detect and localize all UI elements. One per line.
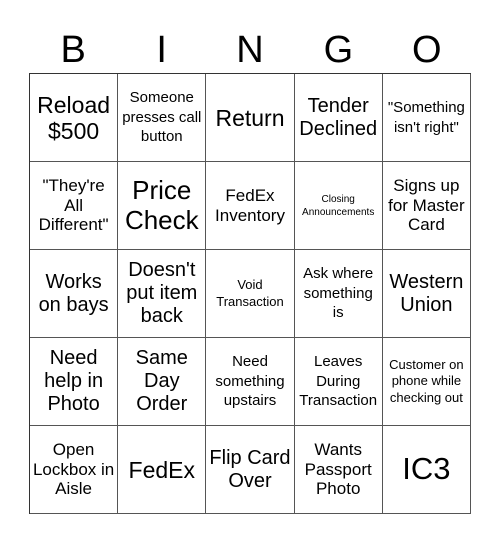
bingo-cell[interactable]: Ask where something is (294, 250, 383, 338)
bingo-cell[interactable]: Someone presses call button (118, 74, 207, 162)
header-letter-b: B (60, 29, 86, 71)
header-letter-n: N (236, 29, 264, 71)
header-letter-g: G (323, 29, 354, 71)
bingo-cell[interactable]: Customer on phone while checking out (382, 338, 471, 426)
bingo-cell[interactable]: Closing Announcements (294, 162, 383, 250)
header-letter-i: I (156, 29, 167, 71)
bingo-cell[interactable]: Same Day Order (118, 338, 207, 426)
bingo-cell[interactable]: Wants Passport Photo (294, 426, 383, 514)
bingo-cell[interactable]: Reload $500 (30, 74, 119, 162)
bingo-cell[interactable]: Price Check (118, 162, 207, 250)
bingo-grid: Reload $500 Someone presses call button … (29, 73, 471, 514)
bingo-cell[interactable]: Leaves During Transaction (294, 338, 383, 426)
bingo-cell[interactable]: FedEx Inventory (206, 162, 295, 250)
bingo-cell[interactable]: Open Lockbox in Aisle (30, 426, 119, 514)
bingo-cell[interactable]: IC3 (382, 426, 471, 514)
header-letter-o: O (412, 29, 442, 71)
bingo-cell[interactable]: Need something upstairs (206, 338, 295, 426)
bingo-cell[interactable]: "Something isn't right" (382, 74, 471, 162)
bingo-header: B I N G O (29, 28, 471, 72)
bingo-cell[interactable]: Flip Card Over (206, 426, 295, 514)
bingo-cell[interactable]: Tender Declined (294, 74, 383, 162)
bingo-cell[interactable]: FedEx (118, 426, 207, 514)
bingo-cell[interactable]: Return (206, 74, 295, 162)
bingo-cell[interactable]: Doesn't put item back (118, 250, 207, 338)
bingo-cell[interactable]: Western Union (382, 250, 471, 338)
bingo-cell[interactable]: Need help in Photo (30, 338, 119, 426)
bingo-cell[interactable]: "They're All Different" (30, 162, 119, 250)
bingo-cell[interactable]: Signs up for Master Card (382, 162, 471, 250)
bingo-cell[interactable]: Void Transaction (206, 250, 295, 338)
bingo-cell[interactable]: Works on bays (30, 250, 119, 338)
